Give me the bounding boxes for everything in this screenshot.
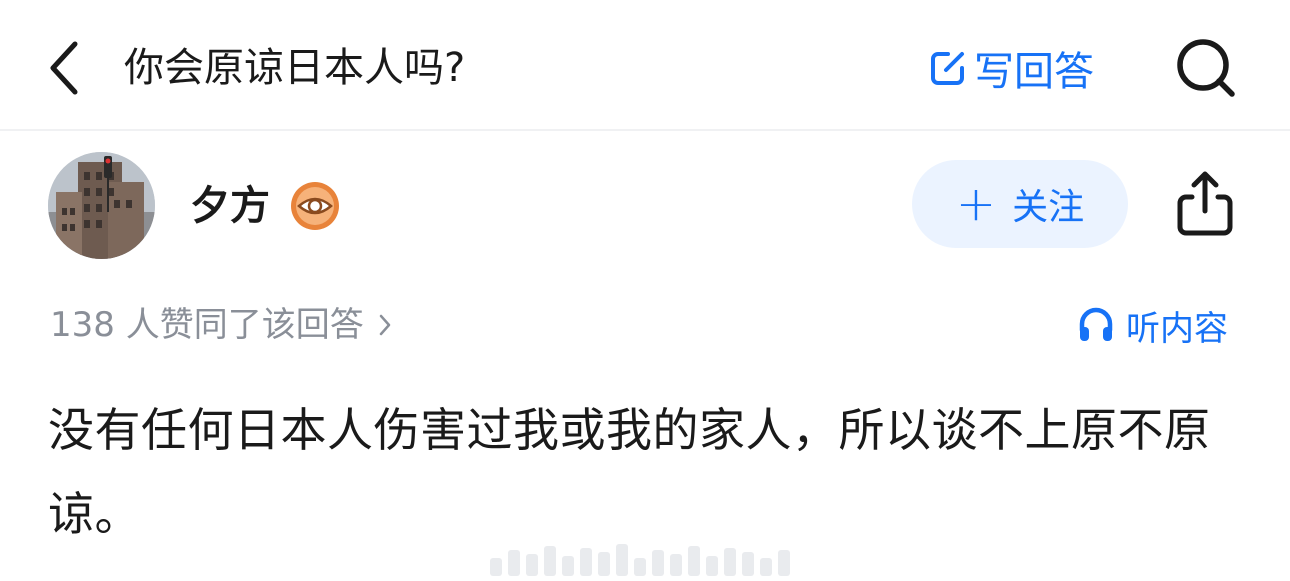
headphones-icon: [1076, 305, 1116, 345]
likes-text: 138 人赞同了该回答: [50, 305, 364, 345]
share-icon: [1177, 171, 1233, 236]
author-avatar[interactable]: [48, 152, 155, 259]
back-button[interactable]: [36, 38, 92, 98]
share-button[interactable]: [1172, 168, 1238, 238]
likes-count-link[interactable]: 138 人赞同了该回答: [50, 300, 392, 350]
top-nav-bar: 你会原谅日本人吗? 写回答: [0, 0, 1290, 131]
write-answer-label: 写回答: [974, 49, 1094, 95]
chevron-left-icon: [50, 41, 78, 95]
write-answer-button[interactable]: 写回答: [926, 40, 1094, 96]
listen-content-button[interactable]: 听内容: [1076, 300, 1228, 350]
search-button[interactable]: [1172, 34, 1240, 102]
follow-button[interactable]: + 关注: [912, 160, 1128, 248]
search-icon: [1177, 39, 1235, 97]
answer-text: 没有任何日本人伤害过我或我的家人，所以谈不上原不原谅。: [48, 403, 1211, 541]
follow-label: 关注: [1012, 187, 1085, 228]
author-name[interactable]: 夕方: [190, 180, 270, 232]
scroll-indicator: [490, 536, 800, 576]
edit-icon: [926, 46, 970, 90]
eye-icon: [289, 180, 341, 232]
chevron-right-icon: [378, 313, 392, 337]
page-title: 你会原谅日本人吗?: [124, 45, 466, 91]
listen-label: 听内容: [1126, 308, 1228, 349]
plus-icon: +: [955, 176, 997, 232]
